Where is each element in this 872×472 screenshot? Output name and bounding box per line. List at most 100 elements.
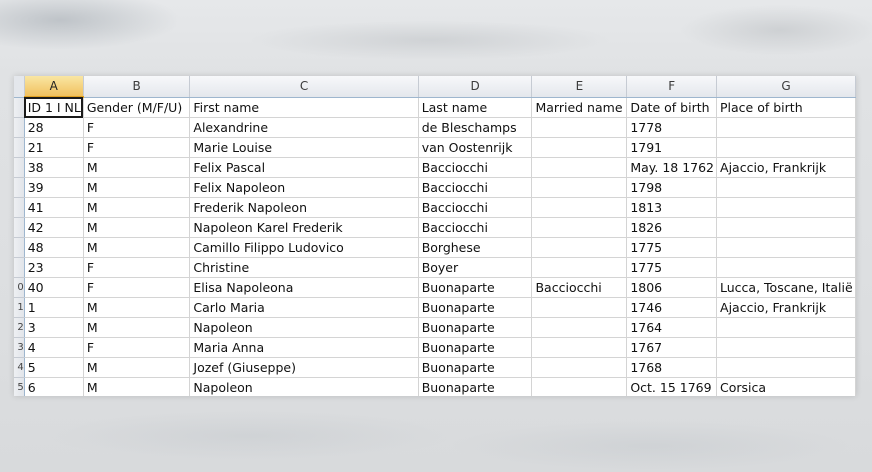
cell-d-last-name[interactable]: de Bleschamps (418, 117, 533, 138)
row-header[interactable] (14, 137, 25, 158)
cell-a-id[interactable]: 39 (24, 177, 84, 198)
cell-d-last-name[interactable]: Buonaparte (418, 317, 533, 338)
cell-g-place-of-birth[interactable] (716, 177, 856, 198)
column-header-f[interactable]: F (626, 76, 718, 98)
cell-b-gender[interactable]: M (83, 217, 191, 238)
cell-a-id[interactable]: 42 (24, 217, 84, 238)
cell-e-married-name[interactable] (531, 377, 628, 396)
cell-d-last-name[interactable]: Buonaparte (418, 277, 533, 298)
cell-e-married-name[interactable] (531, 257, 628, 278)
cell-g-place-of-birth[interactable]: Corsica (716, 377, 856, 396)
cell-g-place-of-birth[interactable] (716, 357, 856, 378)
cell-c-first-name[interactable]: Christine (189, 257, 419, 278)
cell-g-place-of-birth[interactable]: Ajaccio, Frankrijk (716, 297, 856, 318)
column-header-c[interactable]: C (189, 76, 419, 98)
cell-f-date-of-birth[interactable]: 1768 (626, 357, 718, 378)
cell-d-last-name[interactable]: Buonaparte (418, 377, 533, 396)
cell-f-date-of-birth[interactable]: 1775 (626, 257, 718, 278)
cell-d-last-name[interactable]: Borghese (418, 237, 533, 258)
cell-b-gender[interactable]: M (83, 237, 191, 258)
cell-g-place-of-birth[interactable] (716, 337, 856, 358)
cell-c-first-name[interactable]: Napoleon (189, 377, 419, 396)
cell-f-header-date-of-birth[interactable]: Date of birth (626, 97, 718, 118)
cell-a-id[interactable]: 4 (24, 337, 84, 358)
cell-e-married-name[interactable] (531, 177, 628, 198)
cell-a-id[interactable]: 3 (24, 317, 84, 338)
column-header-d[interactable]: D (418, 76, 533, 98)
cell-e-married-name[interactable] (531, 317, 628, 338)
cell-g-place-of-birth[interactable]: Ajaccio, Frankrijk (716, 157, 856, 178)
cell-e-married-name[interactable] (531, 137, 628, 158)
cell-d-last-name[interactable]: van Oostenrijk (418, 137, 533, 158)
cell-d-last-name[interactable]: Buonaparte (418, 297, 533, 318)
cell-e-married-name[interactable] (531, 357, 628, 378)
cell-b-gender[interactable]: F (83, 337, 191, 358)
cell-a-id[interactable]: 38 (24, 157, 84, 178)
cell-f-date-of-birth[interactable]: 1813 (626, 197, 718, 218)
cell-d-last-name[interactable]: Bacciocchi (418, 197, 533, 218)
cell-a-id[interactable]: 21 (24, 137, 84, 158)
cell-g-place-of-birth[interactable] (716, 217, 856, 238)
cell-d-last-name[interactable]: Buonaparte (418, 337, 533, 358)
cell-d-last-name[interactable]: Boyer (418, 257, 533, 278)
cell-g-place-of-birth[interactable] (716, 197, 856, 218)
cell-f-date-of-birth[interactable]: 1746 (626, 297, 718, 318)
cell-g-place-of-birth[interactable] (716, 257, 856, 278)
cell-f-date-of-birth[interactable]: 1791 (626, 137, 718, 158)
cell-a-id[interactable]: 1 (24, 297, 84, 318)
cell-c-first-name[interactable]: Felix Pascal (189, 157, 419, 178)
row-header[interactable] (14, 177, 25, 198)
cell-b-gender[interactable]: F (83, 257, 191, 278)
row-header[interactable]: 0 (14, 277, 25, 298)
cell-a-id[interactable]: 40 (24, 277, 84, 298)
row-header[interactable]: 3 (14, 337, 25, 358)
cell-a-id[interactable]: 5 (24, 357, 84, 378)
cell-e-married-name[interactable] (531, 197, 628, 218)
cell-d-last-name[interactable]: Bacciocchi (418, 157, 533, 178)
cell-g-place-of-birth[interactable] (716, 117, 856, 138)
cell-c-first-name[interactable]: Jozef (Giuseppe) (189, 357, 419, 378)
cell-e-married-name[interactable]: Bacciocchi (531, 277, 628, 298)
cell-b-gender[interactable]: M (83, 377, 191, 396)
cell-f-date-of-birth[interactable]: 1775 (626, 237, 718, 258)
cell-b-gender[interactable]: M (83, 317, 191, 338)
cell-f-date-of-birth[interactable]: 1764 (626, 317, 718, 338)
column-header-a[interactable]: A (24, 76, 84, 98)
cell-c-first-name[interactable]: Marie Louise (189, 137, 419, 158)
cell-b-header-gender[interactable]: Gender (M/F/U) (83, 97, 191, 118)
row-header[interactable] (14, 157, 25, 178)
cell-e-married-name[interactable] (531, 237, 628, 258)
column-header-e[interactable]: E (531, 76, 628, 98)
column-header-g[interactable]: G (716, 76, 856, 98)
cell-b-gender[interactable]: M (83, 297, 191, 318)
cell-b-gender[interactable]: M (83, 177, 191, 198)
cell-e-married-name[interactable] (531, 117, 628, 138)
row-header[interactable] (14, 237, 25, 258)
cell-c-first-name[interactable]: Maria Anna (189, 337, 419, 358)
cell-c-first-name[interactable]: Carlo Maria (189, 297, 419, 318)
cell-c-first-name[interactable]: Elisa Napoleona (189, 277, 419, 298)
cell-f-date-of-birth[interactable]: Oct. 15 1769 (626, 377, 718, 396)
cell-c-first-name[interactable]: Frederik Napoleon (189, 197, 419, 218)
cell-f-date-of-birth[interactable]: 1806 (626, 277, 718, 298)
cell-c-first-name[interactable]: Felix Napoleon (189, 177, 419, 198)
cell-c-first-name[interactable]: Napoleon Karel Frederik (189, 217, 419, 238)
cell-g-header-place-of-birth[interactable]: Place of birth (716, 97, 856, 118)
cell-e-married-name[interactable] (531, 157, 628, 178)
cell-c-first-name[interactable]: Camillo Filippo Ludovico (189, 237, 419, 258)
cell-g-place-of-birth[interactable]: Lucca, Toscane, Italië (716, 277, 856, 298)
cell-a-id[interactable]: 48 (24, 237, 84, 258)
cell-e-married-name[interactable] (531, 337, 628, 358)
cell-a-header-id[interactable]: ID 1 I NL (24, 97, 84, 118)
cell-f-date-of-birth[interactable]: 1798 (626, 177, 718, 198)
cell-e-header-married-name[interactable]: Married name (531, 97, 628, 118)
cell-d-last-name[interactable]: Buonaparte (418, 357, 533, 378)
cell-c-first-name[interactable]: Alexandrine (189, 117, 419, 138)
row-header[interactable]: 5 (14, 377, 25, 396)
cell-f-date-of-birth[interactable]: 1826 (626, 217, 718, 238)
cell-e-married-name[interactable] (531, 297, 628, 318)
cell-g-place-of-birth[interactable] (716, 137, 856, 158)
cell-c-header-first-name[interactable]: First name (189, 97, 419, 118)
cell-a-id[interactable]: 41 (24, 197, 84, 218)
column-header-b[interactable]: B (83, 76, 191, 98)
